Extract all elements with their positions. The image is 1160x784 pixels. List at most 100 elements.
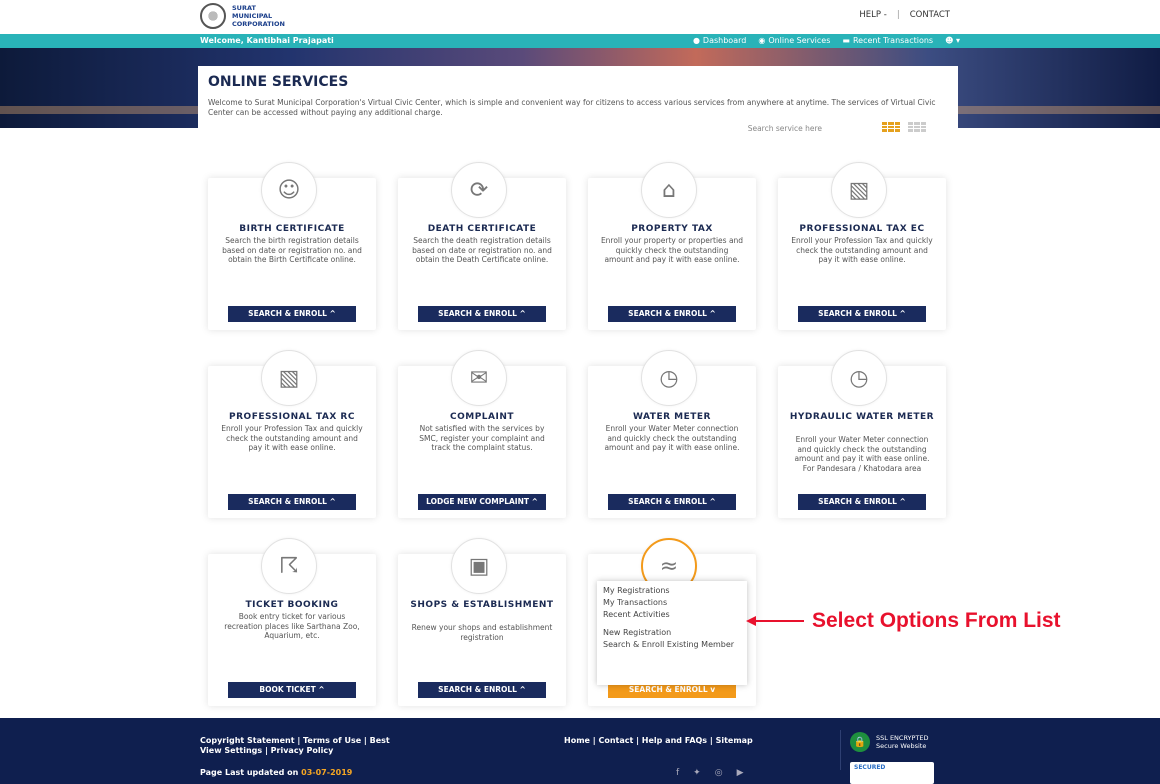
card-desc: Not satisfied with the services by SMC, … <box>419 424 545 452</box>
service-card-shops-establishment: ▣ SHOPS & ESTABLISHMENT Renew your shops… <box>398 538 566 706</box>
instagram-icon[interactable]: ◎ <box>715 768 723 778</box>
service-card-complaint: ✉ COMPLAINT Not satisfied with the servi… <box>398 350 566 518</box>
nav-links: ● Dashboard ◉ Online Services ▬ Recent Tran… <box>693 36 960 45</box>
nav-online-services-label: Online Services <box>768 36 831 45</box>
dropdown-item-recent-activities[interactable]: Recent Activities <box>603 609 741 621</box>
intro-box: ONLINE SERVICES Welcome to Surat Municip… <box>198 66 958 144</box>
smc-logo[interactable]: SURAT MUNICIPAL CORPORATION <box>200 3 285 29</box>
service-card-birth-certificate: ☺ BIRTH CERTIFICATE Search the birth reg… <box>208 162 376 330</box>
card-desc: Enroll your Profession Tax and quickly c… <box>791 236 933 264</box>
card-desc: Book entry ticket for various recreation… <box>224 612 360 640</box>
globe-icon: ◉ <box>758 36 766 45</box>
welcome-text: Welcome, Kantibhai Prajapati <box>200 36 334 45</box>
cycle-icon: ⟳ <box>451 162 507 218</box>
dropdown-item-new-registration[interactable]: New Registration <box>603 627 741 639</box>
chat-icon: ✉ <box>451 350 507 406</box>
last-updated-label: Page Last updated on <box>200 768 299 777</box>
top-nav: HELP - | CONTACT <box>859 10 950 20</box>
twitter-icon[interactable]: ✦ <box>693 768 701 778</box>
footer-links-right[interactable]: Home | Contact | Help and FAQs | Sitemap <box>564 736 753 745</box>
options-dropdown: My Registrations My Transactions Recent … <box>597 581 747 685</box>
youtube-icon[interactable]: ▶ <box>737 768 744 778</box>
ssl-text: SSL ENCRYPTED Secure Website <box>876 734 929 750</box>
card-icon: ▬ <box>842 36 850 45</box>
facebook-icon[interactable]: f <box>676 768 679 778</box>
service-card-death-certificate: ⟳ DEATH CERTIFICATE Search the death reg… <box>398 162 566 330</box>
search-enroll-button[interactable]: SEARCH & ENROLL ^ <box>418 306 546 322</box>
service-card-hydraulic-water-meter: ◷ HYDRAULIC WATER METER Enroll your Wate… <box>778 350 946 518</box>
dropdown-item-my-transactions[interactable]: My Transactions <box>603 597 741 609</box>
social-links: f ✦ ◎ ▶ <box>676 768 744 778</box>
card-title: DEATH CERTIFICATE <box>427 224 537 234</box>
logo-line-2: MUNICIPAL <box>232 12 273 20</box>
lock-icon: 🔒 <box>850 732 870 752</box>
service-card-property-tax: ⌂ PROPERTY TAX Enroll your property or p… <box>588 162 756 330</box>
main-navbar: Welcome, Kantibhai Prajapati ● Dashboard … <box>0 34 1160 48</box>
card-desc: Search the death registration details ba… <box>412 236 552 264</box>
secured-seal: SECURED <box>850 762 934 784</box>
nav-online-services[interactable]: ◉ Online Services <box>758 36 830 45</box>
search-enroll-button[interactable]: SEARCH & ENROLL ^ <box>798 306 926 322</box>
lodge-complaint-button[interactable]: LODGE NEW COMPLAINT ^ <box>418 494 546 510</box>
card-desc: Renew your shops and establishment regis… <box>411 623 553 642</box>
service-card-ticket-booking: ☈ TICKET BOOKING Book entry ticket for v… <box>208 538 376 706</box>
footer-divider <box>840 730 841 770</box>
card-title: COMPLAINT <box>449 412 515 422</box>
smc-emblem-icon <box>200 3 226 29</box>
search-enroll-button[interactable]: SEARCH & ENROLL ^ <box>608 306 736 322</box>
logo-text: SURAT MUNICIPAL CORPORATION <box>232 4 285 28</box>
top-nav-separator: | <box>896 10 900 20</box>
footer: Copyright Statement | Terms of Use | Bes… <box>0 718 1160 784</box>
ssl-subtitle: Secure Website <box>876 742 927 750</box>
service-card-professional-tax-ec: ▧ PROFESSIONAL TAX EC Enroll your Profes… <box>778 162 946 330</box>
search-enroll-button[interactable]: SEARCH & ENROLL ^ <box>608 494 736 510</box>
search-enroll-button[interactable]: SEARCH & ENROLL ^ <box>228 494 356 510</box>
nav-recent-transactions[interactable]: ▬ Recent Transactions <box>842 36 933 45</box>
grid-view-icon[interactable] <box>882 122 900 132</box>
card-title: HYDRAULIC WATER METER <box>789 412 935 422</box>
intro-text: Welcome to Surat Municipal Corporation's… <box>208 98 936 117</box>
card-desc: Enroll your property or properties and q… <box>600 236 744 264</box>
user-menu[interactable]: ☻ ▾ <box>945 36 960 45</box>
card-title: PROPERTY TAX <box>631 224 713 234</box>
card-title: WATER METER <box>633 412 711 422</box>
nav-recent-transactions-label: Recent Transactions <box>852 36 934 45</box>
card-desc: Search the birth registration details ba… <box>222 236 362 264</box>
nav-dashboard[interactable]: ● Dashboard <box>693 36 746 45</box>
list-view-icon[interactable] <box>908 122 926 132</box>
top-header: SURAT MUNICIPAL CORPORATION HELP - | CON… <box>0 0 1160 34</box>
ticket-icon: ☈ <box>261 538 317 594</box>
search-enroll-button[interactable]: SEARCH & ENROLL ^ <box>228 306 356 322</box>
card-title: BIRTH CERTIFICATE <box>239 224 345 234</box>
last-updated-date: 03-07-2019 <box>301 768 353 777</box>
dropdown-item-search-enroll-existing[interactable]: Search & Enroll Existing Member <box>603 639 741 651</box>
suit-icon: ▧ <box>831 162 887 218</box>
search-enroll-button[interactable]: SEARCH & ENROLL ^ <box>418 682 546 698</box>
dashboard-icon: ● <box>692 36 700 45</box>
card-desc: Enroll your Profession Tax and quickly c… <box>221 424 363 452</box>
ssl-title: SSL ENCRYPTED <box>876 734 929 742</box>
ssl-badge: 🔒 SSL ENCRYPTED Secure Website <box>850 732 929 752</box>
search-service-input[interactable]: Search service here <box>748 124 822 133</box>
card-title: SHOPS & ESTABLISHMENT <box>410 600 554 610</box>
page-title: ONLINE SERVICES <box>208 74 349 90</box>
help-menu[interactable]: HELP - <box>859 10 886 20</box>
user-icon: ☻ ▾ <box>945 36 960 45</box>
dropdown-item-my-registrations[interactable]: My Registrations <box>603 585 741 597</box>
contact-link[interactable]: CONTACT <box>910 10 950 20</box>
footer-links-left[interactable]: Copyright Statement | Terms of Use | Bes… <box>200 736 400 756</box>
book-ticket-button[interactable]: BOOK TICKET ^ <box>228 682 356 698</box>
logo-line-1: SURAT <box>232 4 256 12</box>
annotation-text: Select Options From List <box>812 609 1061 632</box>
card-desc: Enroll your Water Meter connection and q… <box>604 424 740 452</box>
card-title: TICKET BOOKING <box>245 600 339 610</box>
card-title: PROFESSIONAL TAX RC <box>229 412 355 422</box>
card-desc: Enroll your Water Meter connection and q… <box>794 435 930 473</box>
card-title: PROFESSIONAL TAX EC <box>799 224 925 234</box>
baby-icon: ☺ <box>261 162 317 218</box>
logo-line-3: CORPORATION <box>232 20 285 28</box>
nav-dashboard-label: Dashboard <box>702 36 747 45</box>
search-enroll-button[interactable]: SEARCH & ENROLL ^ <box>798 494 926 510</box>
annotation-callout: Select Options From List <box>746 609 1061 633</box>
suit-icon: ▧ <box>261 350 317 406</box>
